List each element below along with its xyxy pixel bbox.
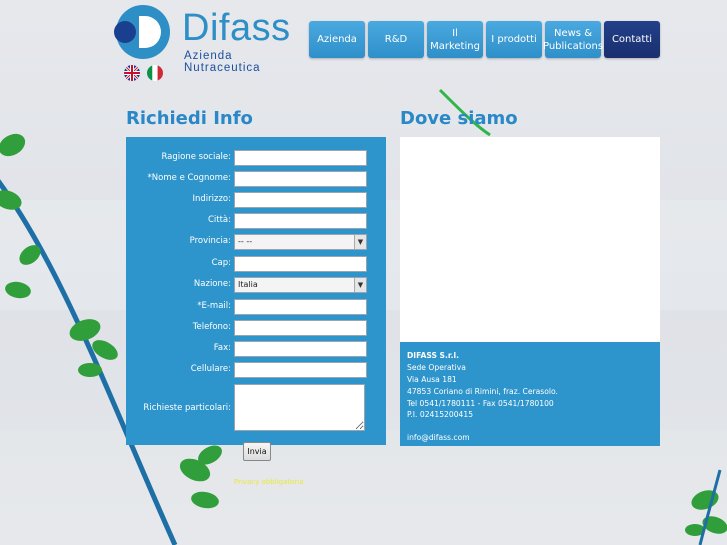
form-row-cellulare: Cellulare: — [126, 362, 386, 380]
form-row-indirizzo: Indirizzo: — [126, 192, 386, 210]
indirizzo-input[interactable] — [234, 192, 367, 208]
field-label: Cellulare: — [190, 364, 231, 374]
location-title: Dove siamo — [400, 108, 518, 129]
nome-cognome-input[interactable] — [234, 171, 367, 187]
map-area[interactable] — [400, 137, 660, 342]
telefono-input[interactable] — [234, 320, 367, 336]
form-row-cap: Cap: — [126, 256, 386, 274]
form-title: Richiedi Info — [126, 108, 253, 129]
nav-item-marketing[interactable]: Il Marketing — [427, 21, 483, 58]
ragione-sociale-input[interactable] — [234, 150, 367, 166]
nav-item-azienda[interactable]: Azienda — [309, 21, 365, 58]
uk-flag-icon[interactable] — [124, 65, 140, 81]
form-row-email: *E-mail: — [126, 299, 386, 317]
provincia-selected-value: -- -- — [238, 237, 253, 246]
brand-tagline: Azienda Nutraceutica — [184, 50, 261, 74]
form-row-telefono: Telefono: — [126, 320, 386, 338]
brand-logo[interactable]: Difass Azienda Nutraceutica — [112, 2, 302, 74]
fax-input[interactable] — [234, 341, 367, 357]
address-line: Via Ausa 181 — [407, 375, 457, 384]
nazione-select[interactable]: Italia ▼ — [234, 277, 367, 293]
address-line: Tel 0541/1780111 - Fax 0541/1780100 — [407, 399, 554, 408]
field-label: Città: — [207, 215, 231, 225]
nazione-selected-value: Italia — [238, 280, 258, 289]
form-row-richieste: Richieste particolari: — [126, 384, 386, 432]
form-row-ragione: Ragione sociale: — [126, 150, 386, 168]
field-label: Indirizzo: — [192, 194, 232, 204]
field-label: Nazione: — [193, 279, 231, 289]
cap-input[interactable] — [234, 256, 367, 272]
nav-item-rd[interactable]: R&D — [368, 21, 424, 58]
form-row-fax: Fax: — [126, 341, 386, 359]
chevron-down-icon[interactable]: ▼ — [354, 278, 366, 292]
address-box: DIFASS S.r.l. Sede Operativa Via Ausa 18… — [400, 342, 660, 446]
nav-item-prodotti[interactable]: I prodotti — [486, 21, 542, 58]
address-line: Sede Operativa — [407, 363, 466, 372]
field-label: *E-mail: — [197, 301, 231, 311]
form-row-nome: *Nome e Cognome: — [126, 171, 386, 189]
contact-email-link[interactable]: info@difass.com — [407, 433, 470, 442]
field-label: Cap: — [211, 258, 231, 268]
italy-flag-icon[interactable] — [147, 65, 164, 81]
cellulare-input[interactable] — [234, 362, 367, 378]
address-line: P.I. 02415200415 — [407, 410, 474, 419]
provincia-select[interactable]: -- -- ▼ — [234, 234, 367, 250]
field-label: Telefono: — [192, 322, 231, 332]
field-label: *Nome e Cognome: — [147, 173, 231, 183]
richieste-textarea[interactable] — [234, 384, 365, 431]
form-row-citta: Città: — [126, 213, 386, 231]
language-switcher — [124, 65, 165, 84]
field-label: Provincia: — [189, 236, 231, 246]
company-name: DIFASS S.r.l. — [407, 351, 459, 360]
chevron-down-icon[interactable]: ▼ — [354, 235, 366, 249]
nav-item-news-publications[interactable]: News & Publications — [543, 21, 603, 58]
field-label: Richieste particolari: — [143, 403, 231, 413]
nav-item-contatti[interactable]: Contatti — [604, 21, 660, 58]
field-label: Ragione sociale: — [161, 152, 231, 162]
difass-logo-mark-icon — [114, 5, 170, 59]
form-row-nazione: Nazione: Italia ▼ — [126, 277, 386, 295]
invia-button[interactable]: Invia — [243, 442, 271, 461]
citta-input[interactable] — [234, 213, 367, 229]
privacy-link[interactable]: Privacy obbligatoria — [234, 478, 304, 486]
email-input[interactable] — [234, 299, 367, 315]
form-row-provincia: Provincia: -- -- ▼ — [126, 234, 386, 252]
field-label: Fax: — [213, 343, 231, 353]
contact-form: Ragione sociale: *Nome e Cognome: Indiri… — [126, 137, 386, 445]
background-band — [0, 430, 727, 545]
brand-name: Difass — [182, 7, 291, 49]
address-line: 47853 Coriano di Rimini, fraz. Cerasolo. — [407, 387, 558, 396]
